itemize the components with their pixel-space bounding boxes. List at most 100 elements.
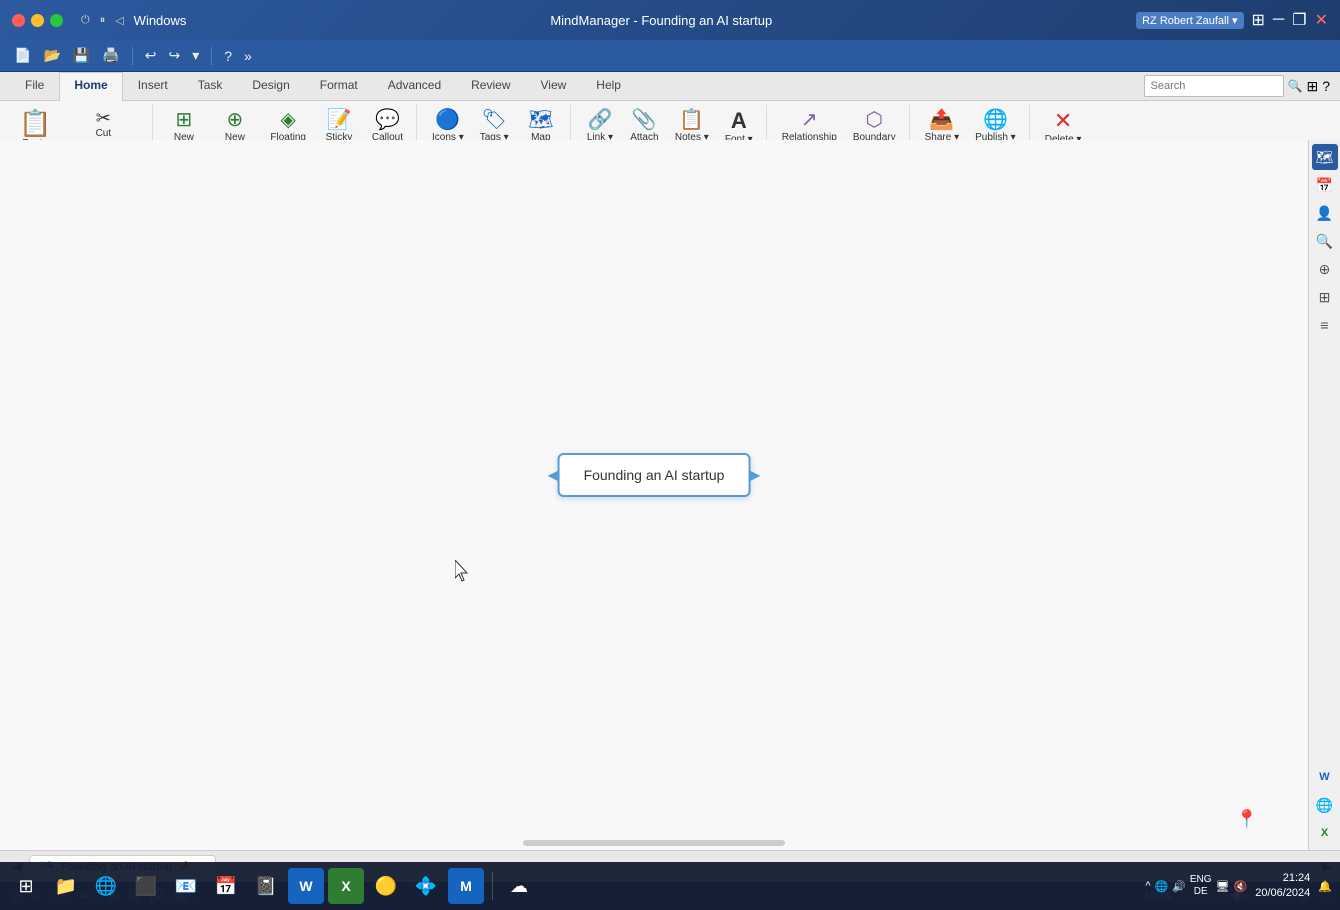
title-bar-controls: ⏻ ⏸ ◁ Windows: [81, 13, 186, 28]
tab-advanced[interactable]: Advanced: [373, 72, 456, 101]
tab-view[interactable]: View: [526, 72, 582, 101]
user-badge[interactable]: RZ Robert Zaufall ▾: [1136, 12, 1243, 29]
window-title: MindManager - Founding an AI startup: [194, 13, 1128, 28]
tab-help[interactable]: Help: [581, 72, 636, 101]
ribbon-view-btn[interactable]: ⊞: [1306, 78, 1318, 95]
window-minimize[interactable]: ─: [1273, 11, 1284, 29]
taskbar-explorer[interactable]: 📁: [48, 868, 84, 904]
tab-review[interactable]: Review: [456, 72, 525, 101]
cut-button[interactable]: ✂ Cut: [60, 105, 146, 143]
taskbar-chrome[interactable]: 🌐: [88, 868, 124, 904]
qa-redo[interactable]: ↪: [164, 45, 184, 66]
qa-more[interactable]: »: [240, 46, 256, 66]
systray-chevron[interactable]: ^: [1145, 880, 1150, 892]
relationship-icon: ↗: [801, 110, 818, 130]
taskbar-calendar[interactable]: 📅: [208, 868, 244, 904]
tab-format[interactable]: Format: [305, 72, 373, 101]
ribbon-search-icon: 🔍: [1288, 79, 1303, 93]
pause-icon: ⏸: [100, 14, 106, 27]
taskbar-notification[interactable]: 🔔: [1318, 880, 1332, 893]
boundary-icon: ⬡: [865, 110, 882, 130]
right-panel-web[interactable]: 🌐: [1312, 792, 1338, 818]
taskbar-sep: [492, 872, 493, 900]
qa-new[interactable]: 📄: [10, 45, 35, 66]
map-index-icon: 🗺: [528, 110, 553, 130]
close-button[interactable]: [12, 14, 25, 27]
taskbar-sticky[interactable]: 🟡: [368, 868, 404, 904]
ribbon-tabs: File Home Insert Task Design Format Adva…: [0, 72, 1340, 101]
right-panel-calendar[interactable]: 📅: [1312, 172, 1338, 198]
quick-access-toolbar: 📄 📂 💾 🖨️ ↩ ↪ ▾ ? »: [0, 40, 1340, 72]
taskbar-excel[interactable]: X: [328, 868, 364, 904]
taskbar-right: ^ 🌐 🔊 ENGDE 🖥 🔇 21:24 20/06/2024 🔔: [1145, 871, 1332, 902]
back-icon: ◁: [115, 14, 123, 27]
systray-network: 🌐: [1154, 880, 1168, 893]
qa-open[interactable]: 📂: [39, 45, 64, 66]
qa-dropdown[interactable]: ▾: [188, 45, 203, 66]
tab-home[interactable]: Home: [59, 72, 122, 101]
qa-save[interactable]: 💾: [69, 45, 94, 66]
window-restore[interactable]: ❐: [1292, 10, 1306, 30]
taskbar-mindmanager[interactable]: M: [448, 868, 484, 904]
minimize-button[interactable]: [31, 14, 44, 27]
systray-speaker2: 🔇: [1234, 880, 1248, 893]
qa-separator: [132, 47, 133, 65]
right-panel-contacts[interactable]: 👤: [1312, 200, 1338, 226]
systray: ^ 🌐 🔊 ENGDE 🖥 🔇: [1145, 874, 1247, 898]
new-topic-icon: ⊞: [176, 110, 193, 130]
taskbar-onedrive[interactable]: ☁: [501, 868, 537, 904]
right-panel-word[interactable]: W: [1312, 764, 1338, 790]
node-expand-left[interactable]: ◀: [548, 467, 559, 484]
qa-undo[interactable]: ↩: [141, 45, 161, 66]
callout-icon: 💬: [375, 110, 400, 130]
icons-icon: 🔵: [435, 110, 460, 130]
power-icon: ⏻: [81, 14, 90, 27]
maximize-button[interactable]: [50, 14, 63, 27]
taskbar-clock[interactable]: 21:24 20/06/2024: [1255, 871, 1310, 902]
tab-task[interactable]: Task: [183, 72, 238, 101]
app-label: Windows: [134, 13, 187, 28]
right-panel-zoom[interactable]: ⊕: [1312, 256, 1338, 282]
ribbon-help-btn[interactable]: ?: [1322, 78, 1330, 94]
taskbar-start[interactable]: ⊞: [8, 868, 44, 904]
systray-display: 🖥: [1216, 880, 1230, 893]
node-text: Founding an AI startup: [584, 467, 725, 483]
right-panel-fit[interactable]: ⊞: [1312, 284, 1338, 310]
tab-file[interactable]: File: [10, 72, 59, 101]
title-bar: ⏻ ⏸ ◁ Windows MindManager - Founding an …: [0, 0, 1340, 40]
ribbon-search-input[interactable]: [1144, 75, 1284, 97]
cut-label: Cut: [96, 128, 112, 139]
systray-sound: 🔊: [1172, 880, 1186, 893]
publish-icon: 🌐: [983, 110, 1008, 130]
clock-time: 21:24: [1255, 871, 1310, 886]
tags-icon: 🏷: [482, 110, 507, 130]
mindmap-root-node[interactable]: ◀ Founding an AI startup ▶: [558, 453, 751, 497]
floating-topic-icon: ◈: [280, 110, 295, 130]
attach-files-icon: 📎: [632, 110, 657, 130]
systray-lang[interactable]: ENGDE: [1190, 874, 1212, 898]
node-expand-right[interactable]: ▶: [750, 467, 761, 484]
canvas-background: ◀ Founding an AI startup ▶ 📍: [0, 140, 1308, 850]
qa-help[interactable]: ?: [220, 46, 236, 66]
right-panel-search2[interactable]: 🔍: [1312, 228, 1338, 254]
right-panel-maps[interactable]: 🗺: [1312, 144, 1338, 170]
node-box[interactable]: ◀ Founding an AI startup ▶: [558, 453, 751, 497]
taskbar-terminal[interactable]: ⬛: [128, 868, 164, 904]
clock-date: 20/06/2024: [1255, 886, 1310, 901]
taskbar-mail[interactable]: 📧: [168, 868, 204, 904]
traffic-lights: [12, 14, 63, 27]
tab-design[interactable]: Design: [237, 72, 304, 101]
window-close[interactable]: ✕: [1315, 10, 1328, 30]
horizontal-scrollbar[interactable]: [523, 840, 785, 846]
right-panel-excel[interactable]: X: [1312, 820, 1338, 846]
qa-print[interactable]: 🖨️: [98, 45, 123, 66]
view-toggle[interactable]: ⊞: [1252, 10, 1265, 30]
canvas-area[interactable]: ◀ Founding an AI startup ▶ 📍: [0, 140, 1308, 850]
taskbar-onenote[interactable]: 📓: [248, 868, 284, 904]
share-icon: 📤: [929, 110, 954, 130]
taskbar-vscode[interactable]: 💠: [408, 868, 444, 904]
right-panel-list[interactable]: ≡: [1312, 312, 1338, 338]
new-subtopic-icon: ⊕: [227, 110, 244, 130]
tab-insert[interactable]: Insert: [123, 72, 183, 101]
taskbar-word[interactable]: W: [288, 868, 324, 904]
